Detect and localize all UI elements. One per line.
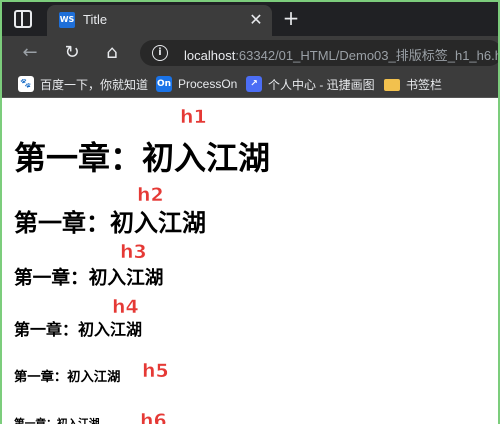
annotation-h3: h3 xyxy=(120,241,147,264)
annotation-h2: h2 xyxy=(137,184,164,207)
page-content: 第一章：初入江湖 第一章：初入江湖 第一章：初入江湖 第一章：初入江湖 第一章：… xyxy=(2,98,498,424)
webstorm-favicon-icon: WS xyxy=(59,12,75,28)
heading-h3: 第一章：初入江湖 xyxy=(14,268,164,289)
close-icon[interactable]: ✕ xyxy=(248,11,264,29)
bookmark-label: ProcessOn xyxy=(178,77,238,91)
tab-title: Title xyxy=(83,12,108,27)
browser-window: WS Title ✕ + ← ↻ ⌂ i localhost:63342/01_… xyxy=(0,0,500,424)
bookmarks-bar: 🐾 百度一下，你就知道 On ProcessOn ↗ 个人中心 - 迅捷画图 书… xyxy=(2,70,498,98)
back-arrow-icon[interactable]: ← xyxy=(18,41,42,65)
url-path: :63342/01_HTML/Demo03_排版标签_h1_h6.html xyxy=(235,48,500,63)
annotation-h4: h4 xyxy=(112,296,139,319)
tab-active[interactable]: WS Title ✕ xyxy=(47,5,272,36)
url-host: localhost xyxy=(184,48,236,63)
bookmark-xunjie[interactable]: ↗ 个人中心 - 迅捷画图 xyxy=(246,76,375,92)
reload-icon[interactable]: ↻ xyxy=(60,41,84,65)
tab-actions-icon[interactable] xyxy=(14,10,32,28)
heading-h1: 第一章：初入江湖 xyxy=(14,139,271,177)
url-text[interactable]: localhost:63342/01_HTML/Demo03_排版标签_h1_h… xyxy=(184,45,500,64)
heading-h6: 第一章：初入江湖 xyxy=(14,417,100,424)
annotation-h6: h6 xyxy=(140,410,167,424)
bookmark-folder[interactable]: 书签栏 xyxy=(384,76,442,92)
heading-h5: 第一章：初入江湖 xyxy=(14,370,121,385)
annotation-h5: h5 xyxy=(142,360,169,383)
processon-icon: On xyxy=(156,76,172,92)
baidu-icon: 🐾 xyxy=(18,76,34,92)
new-tab-icon[interactable]: + xyxy=(280,7,302,29)
bookmark-label: 个人中心 - 迅捷画图 xyxy=(268,77,375,92)
home-icon[interactable]: ⌂ xyxy=(100,41,124,65)
bookmark-processon[interactable]: On ProcessOn xyxy=(156,76,237,92)
xunjie-icon: ↗ xyxy=(246,76,262,92)
annotation-h1: h1 xyxy=(180,106,207,129)
bookmark-label: 百度一下，你就知道 xyxy=(40,77,149,92)
address-bar[interactable]: i localhost:63342/01_HTML/Demo03_排版标签_h1… xyxy=(140,40,500,66)
site-info-icon[interactable]: i xyxy=(152,45,168,61)
toolbar: ← ↻ ⌂ i localhost:63342/01_HTML/Demo03_排… xyxy=(2,36,498,70)
heading-h4: 第一章：初入江湖 xyxy=(14,320,143,339)
bookmark-baidu[interactable]: 🐾 百度一下，你就知道 xyxy=(18,76,148,92)
tab-strip: WS Title ✕ + xyxy=(2,2,498,36)
heading-h2: 第一章：初入江湖 xyxy=(14,209,206,237)
folder-icon xyxy=(384,79,400,91)
bookmark-label: 书签栏 xyxy=(406,77,443,92)
